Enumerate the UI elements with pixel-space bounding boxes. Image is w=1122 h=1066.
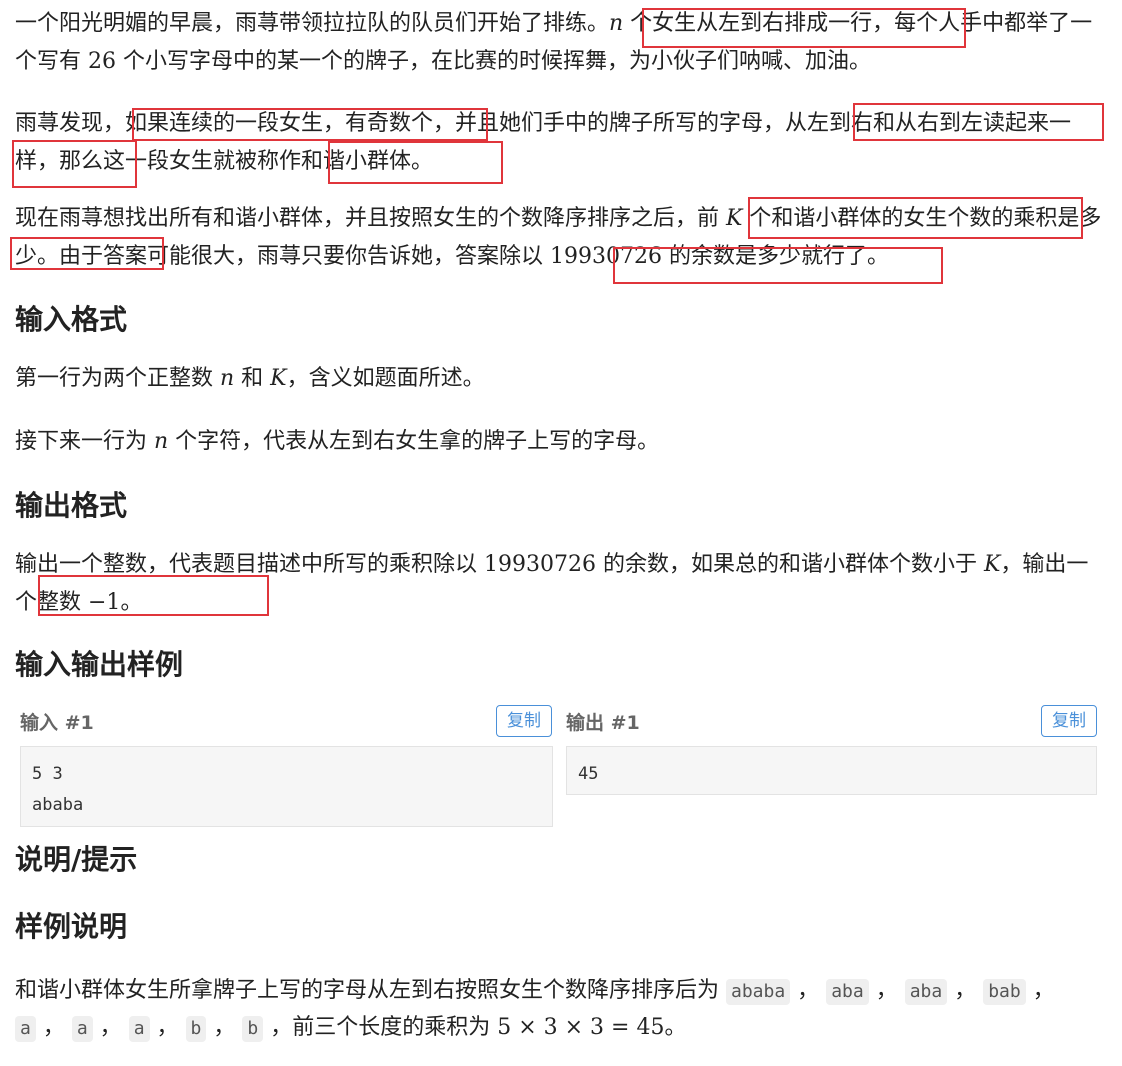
input-format-line-2: 接下来一行为 n 个字符，代表从左到右女生拿的牌子上写的字母。 (15, 423, 1110, 461)
p1-text-c: 个小写字母中的某一个的牌子，在比赛的时候挥舞，为小伙子们呐喊、加油。 (116, 49, 871, 74)
code-chip: a (71, 1016, 93, 1042)
var-k: K (983, 552, 1001, 577)
code-chip: b (185, 1016, 207, 1042)
hint-text-b: ，前三个长度的乘积为 (270, 1015, 498, 1040)
output-format-heading: 输出格式 (15, 489, 128, 522)
code-chip: b (242, 1016, 264, 1042)
description-paragraph-2: 雨荨发现，如果连续的一段女生，有奇数个，并且她们手中的牌子所写的字母，从左到右和… (15, 111, 1072, 174)
mod-number: 19930726 (484, 552, 596, 577)
samples-heading: 输入输出样例 (15, 648, 184, 681)
if-line1-c: ，含义如题面所述。 (286, 366, 485, 391)
var-k: K (270, 366, 287, 391)
output-format-text: 输出一个整数，代表题目描述中所写的乘积除以 19930726 的余数，如果总的和… (15, 546, 1110, 622)
input-format-line-1: 第一行为两个正整数 n 和 K，含义如题面所述。 (15, 360, 1110, 398)
of-text-b: 的余数，如果总的和谐小群体个数小于 (595, 552, 984, 577)
formula: 5 × 3 × 3 = 45 (497, 1015, 665, 1040)
p1-text-a: 一个阳光明媚的早晨，雨荨带领拉拉队的队员们开始了排练。 (15, 11, 610, 36)
copy-output-button[interactable]: 复制 (1041, 705, 1097, 737)
input-sample-box[interactable]: 5 3 ababa (20, 746, 553, 827)
hint-subheading: 样例说明 (15, 910, 128, 943)
mod-number: 19930726 (550, 244, 662, 269)
p1-num: 26 (88, 49, 116, 74)
var-n: n (609, 11, 624, 36)
output-sample-label: 输出 #1 (566, 712, 640, 734)
code-chip: a (15, 1016, 36, 1042)
var-n: n (220, 366, 235, 391)
hint-text: 和谐小群体女生所拿牌子上写的字母从左到右按照女生个数降序排序后为 ababa ，… (15, 978, 1055, 1042)
hint-text-c: 。 (664, 1015, 687, 1040)
code-chip: aba (904, 979, 948, 1005)
of-text-a: 输出一个整数，代表题目描述中所写的乘积除以 (15, 552, 484, 577)
code-chip: a (128, 1016, 150, 1042)
p3-text-c: 的余数是多少就行了。 (661, 244, 889, 269)
code-chip: bab (983, 979, 1026, 1005)
hint-text-a: 和谐小群体女生所拿牌子上写的字母从左到右按照女生个数降序排序后为 (15, 978, 726, 1003)
neg-one: −1 (88, 590, 121, 615)
if-line1-b: 和 (234, 366, 271, 391)
p3-text-a: 现在雨荨想找出所有和谐小群体，并且按照女生的个数降序排序之后，前 (15, 206, 726, 231)
if-line2-b: 个字符，代表从左到右女生拿的牌子上写的字母。 (168, 429, 660, 454)
if-line2-a: 接下来一行为 (15, 429, 154, 454)
hint-heading: 说明/提示 (15, 843, 138, 876)
description-paragraph-3: 现在雨荨想找出所有和谐小群体，并且按照女生的个数降序排序之后，前 K 个和谐小群… (15, 200, 1110, 276)
description-paragraph-1: 一个阳光明媚的早晨，雨荨带领拉拉队的队员们开始了排练。n 个女生从左到右排成一行… (15, 5, 1110, 81)
code-chip: aba (826, 979, 869, 1005)
copy-input-button[interactable]: 复制 (496, 705, 552, 737)
var-n: n (154, 429, 169, 454)
output-sample-box[interactable]: 45 (566, 746, 1097, 795)
input-sample-label: 输入 #1 (20, 712, 94, 734)
of-text-d: 。 (120, 590, 143, 615)
input-format-heading: 输入格式 (15, 303, 128, 336)
var-k: K (726, 206, 743, 231)
if-line1-a: 第一行为两个正整数 (15, 366, 220, 391)
code-chip: ababa (726, 979, 791, 1005)
